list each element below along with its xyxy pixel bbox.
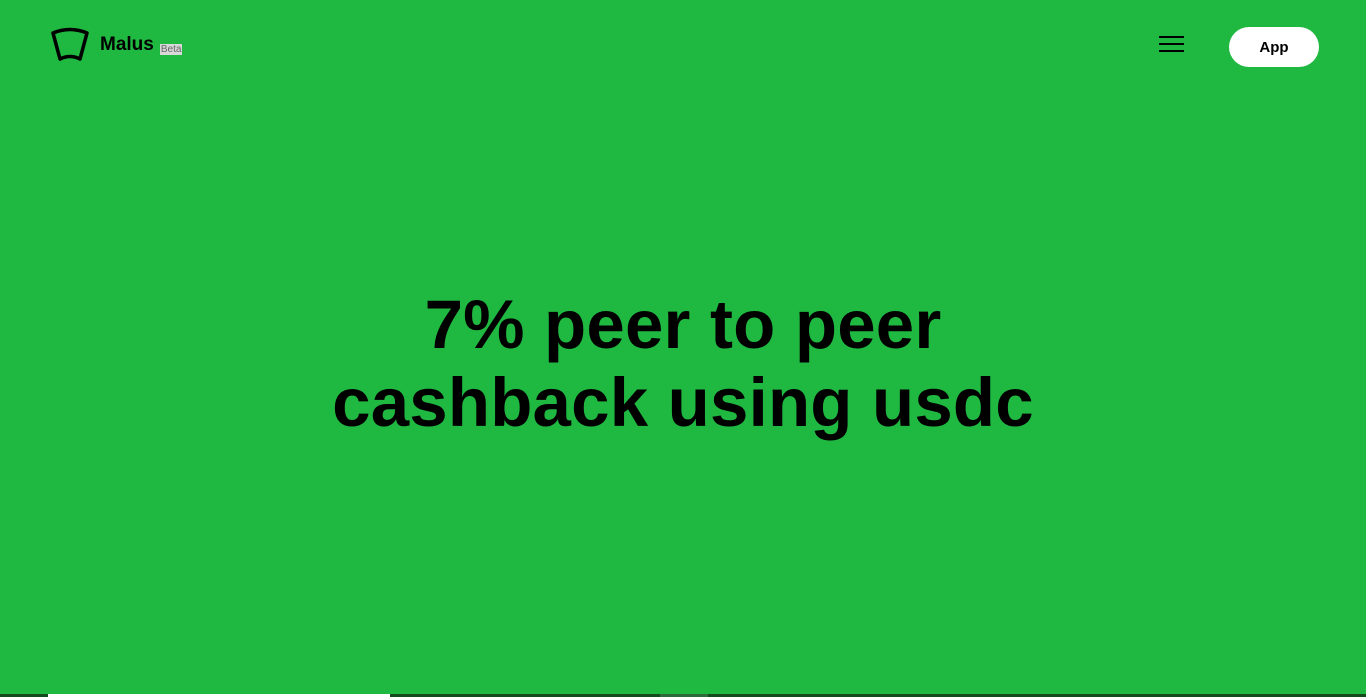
menu-line	[1158, 43, 1184, 45]
brand-name: Malus	[100, 33, 154, 55]
brand[interactable]: Malus Beta	[50, 27, 183, 63]
beta-badge: Beta	[159, 43, 183, 55]
site-header: Malus Beta App	[0, 0, 1366, 95]
menu-line	[1158, 50, 1184, 52]
hero-section: 7% peer to peer cashback using usdc	[0, 286, 1366, 442]
windshield-logo-icon	[51, 27, 89, 61]
hero-headline-line-2: cashback using usdc	[332, 364, 1034, 441]
hero-headline-line-1: 7% peer to peer	[424, 286, 942, 363]
menu-line	[1158, 36, 1184, 38]
app-button[interactable]: App	[1229, 27, 1319, 67]
hamburger-menu-icon[interactable]	[1157, 36, 1185, 58]
hero-headline: 7% peer to peer cashback using usdc	[0, 286, 1366, 442]
